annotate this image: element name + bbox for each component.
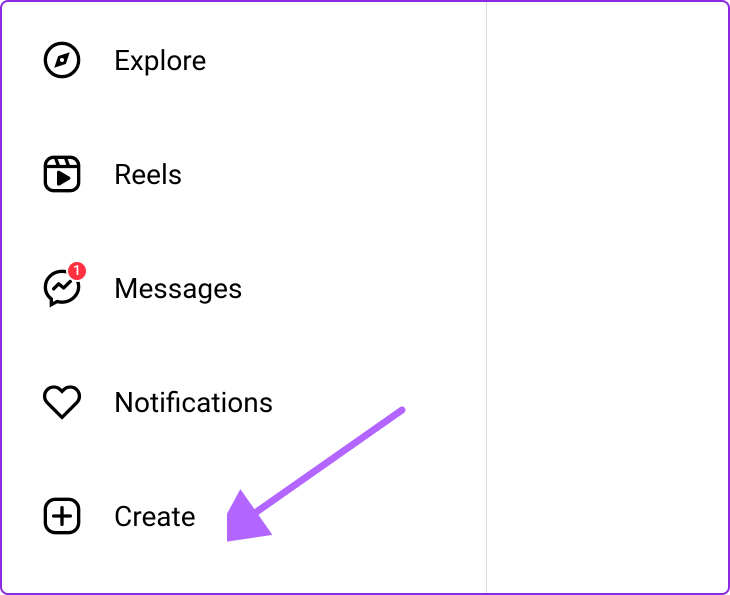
- notification-badge: 1: [66, 260, 88, 282]
- sidebar-item-notifications[interactable]: Notifications: [42, 364, 486, 440]
- reels-icon: [42, 154, 82, 194]
- sidebar-item-explore[interactable]: Explore: [42, 22, 486, 98]
- messenger-icon: 1: [42, 268, 82, 308]
- sidebar-item-label: Messages: [114, 272, 242, 305]
- sidebar-item-messages[interactable]: 1 Messages: [42, 250, 486, 326]
- plus-square-icon: [42, 496, 82, 536]
- sidebar-item-label: Create: [114, 500, 196, 533]
- sidebar-item-reels[interactable]: Reels: [42, 136, 486, 212]
- heart-icon: [42, 382, 82, 422]
- sidebar-item-label: Notifications: [114, 386, 273, 419]
- sidebar-item-create[interactable]: Create: [42, 478, 486, 554]
- sidebar: Explore Reels 1 M: [2, 2, 487, 593]
- sidebar-item-label: Explore: [114, 44, 206, 77]
- sidebar-item-label: Reels: [114, 158, 182, 191]
- compass-icon: [42, 40, 82, 80]
